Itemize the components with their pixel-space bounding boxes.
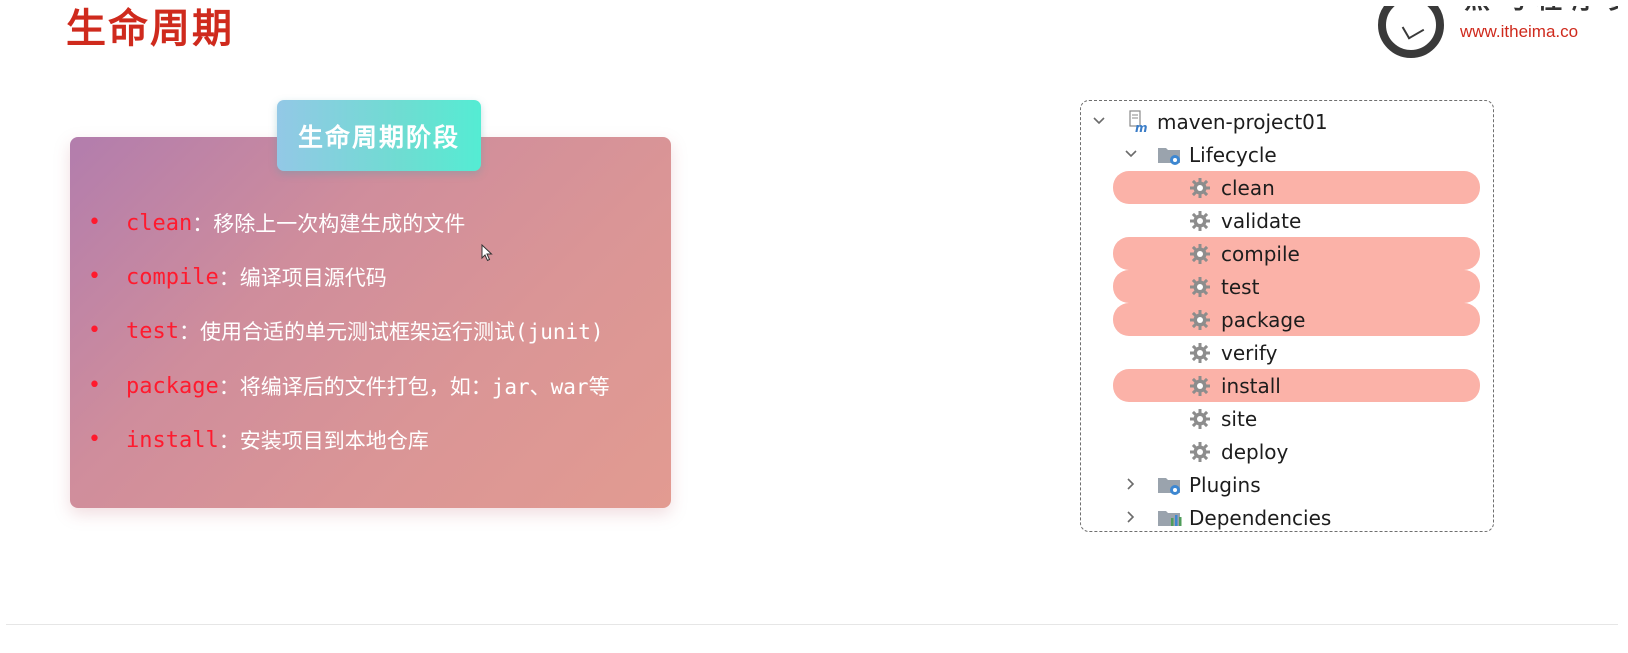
tree-phase-compile[interactable]: compile	[1113, 237, 1480, 270]
phase-label: verify	[1221, 341, 1278, 365]
tree-node-label: maven-project01	[1157, 110, 1328, 134]
tree-node-label: Plugins	[1189, 473, 1261, 497]
phase-description: 编译项目源代码	[239, 266, 387, 290]
gear-icon	[1190, 376, 1210, 396]
gear-icon	[1190, 343, 1210, 363]
phase-description: 使用合适的单元测试框架运行测试(junit)	[199, 320, 604, 344]
gear-icon	[1190, 409, 1210, 429]
bullet: •	[88, 427, 101, 452]
dependencies-folder-icon	[1157, 506, 1183, 530]
logo-brand-text: 黑马程序员	[1464, 6, 1618, 14]
phase-keyword: test	[126, 318, 179, 344]
card-tab-label: 生命周期阶段	[297, 122, 460, 152]
logo-emblem-icon	[1378, 6, 1444, 58]
phase-separator: ：	[178, 320, 200, 344]
phase-label: deploy	[1221, 440, 1289, 464]
phase-separator: ：	[218, 266, 240, 290]
tree-phase-validate[interactable]: validate	[1113, 204, 1480, 237]
lifecycle-phases-card: • clean ： 移除上一次构建生成的文件 • compile ： 编译项目源…	[70, 137, 671, 508]
tree-phase-verify[interactable]: verify	[1113, 336, 1480, 369]
tree-phase-test[interactable]: test	[1113, 270, 1480, 303]
phase-label: compile	[1221, 242, 1300, 266]
bullet: •	[88, 373, 101, 398]
chevron-right-icon[interactable]	[1119, 505, 1143, 529]
tree-phase-site[interactable]: site	[1113, 402, 1480, 435]
tree-node-lifecycle[interactable]: Lifecycle	[1119, 138, 1479, 171]
bullet: •	[88, 318, 101, 343]
tree-node-label: Dependencies	[1189, 506, 1332, 530]
card-tab-title: 生命周期阶段	[277, 100, 481, 171]
page-title: 生命周期	[66, 6, 234, 52]
maven-module-icon: m	[1127, 110, 1153, 135]
tree-node-label: Lifecycle	[1189, 143, 1277, 167]
tree-phase-package[interactable]: package	[1113, 303, 1480, 336]
phase-item-install: • install ： 安装项目到本地仓库	[88, 425, 429, 455]
phase-keyword: compile	[126, 264, 219, 290]
gear-icon	[1190, 244, 1210, 264]
tree-phase-clean[interactable]: clean	[1113, 171, 1480, 204]
tree-node-dependencies[interactable]: Dependencies	[1119, 501, 1479, 534]
phase-keyword: install	[126, 427, 219, 453]
phase-keyword: package	[126, 373, 219, 399]
phase-item-compile: • compile ： 编译项目源代码	[88, 262, 387, 292]
gear-icon	[1190, 442, 1210, 462]
phase-label: site	[1221, 407, 1258, 431]
phase-item-package: • package ： 将编译后的文件打包，如：jar、war等	[88, 371, 610, 401]
phase-description: 将编译后的文件打包，如：jar、war等	[239, 375, 610, 399]
phase-separator: ：	[218, 429, 240, 453]
gear-icon	[1190, 277, 1210, 297]
slide: 生命周期 黑马程序员 www.itheima.co • clean ： 移除上一…	[6, 6, 1618, 625]
phase-item-clean: • clean ： 移除上一次构建生成的文件	[88, 208, 465, 238]
phase-label: clean	[1221, 176, 1275, 200]
phase-label: package	[1221, 308, 1306, 332]
bullet: •	[88, 210, 101, 235]
tree-node-root[interactable]: m maven-project01	[1087, 105, 1487, 138]
phase-keyword: clean	[126, 210, 193, 236]
phase-label: install	[1221, 374, 1281, 398]
chevron-right-icon[interactable]	[1119, 472, 1143, 496]
phase-label: test	[1221, 275, 1260, 299]
plugins-folder-icon	[1157, 473, 1183, 497]
lifecycle-folder-icon	[1157, 143, 1183, 167]
itheima-logo: 黑马程序员 www.itheima.co	[1378, 6, 1618, 58]
phase-description: 移除上一次构建生成的文件	[213, 212, 466, 236]
phase-description: 安装项目到本地仓库	[239, 429, 429, 453]
bullet: •	[88, 264, 101, 289]
gear-icon	[1190, 310, 1210, 330]
gear-icon	[1190, 211, 1210, 231]
tree-node-plugins[interactable]: Plugins	[1119, 468, 1479, 501]
phase-separator: ：	[192, 212, 214, 236]
logo-url-text: www.itheima.co	[1460, 22, 1579, 41]
gear-icon	[1190, 178, 1210, 198]
maven-tool-window-tree: m maven-project01 Lifecycle clean valida…	[1080, 100, 1494, 532]
phase-list: • clean ： 移除上一次构建生成的文件 • compile ： 编译项目源…	[70, 137, 671, 508]
tree-phase-install[interactable]: install	[1113, 369, 1480, 402]
phase-separator: ：	[218, 375, 240, 399]
chevron-down-icon[interactable]	[1119, 142, 1143, 166]
mouse-cursor-icon	[481, 244, 493, 262]
phase-label: validate	[1221, 209, 1302, 233]
tree-phase-deploy[interactable]: deploy	[1113, 435, 1480, 468]
phase-item-test: • test ： 使用合适的单元测试框架运行测试(junit)	[88, 316, 604, 346]
svg-text:m: m	[1135, 121, 1148, 134]
chevron-down-icon[interactable]	[1087, 109, 1111, 133]
